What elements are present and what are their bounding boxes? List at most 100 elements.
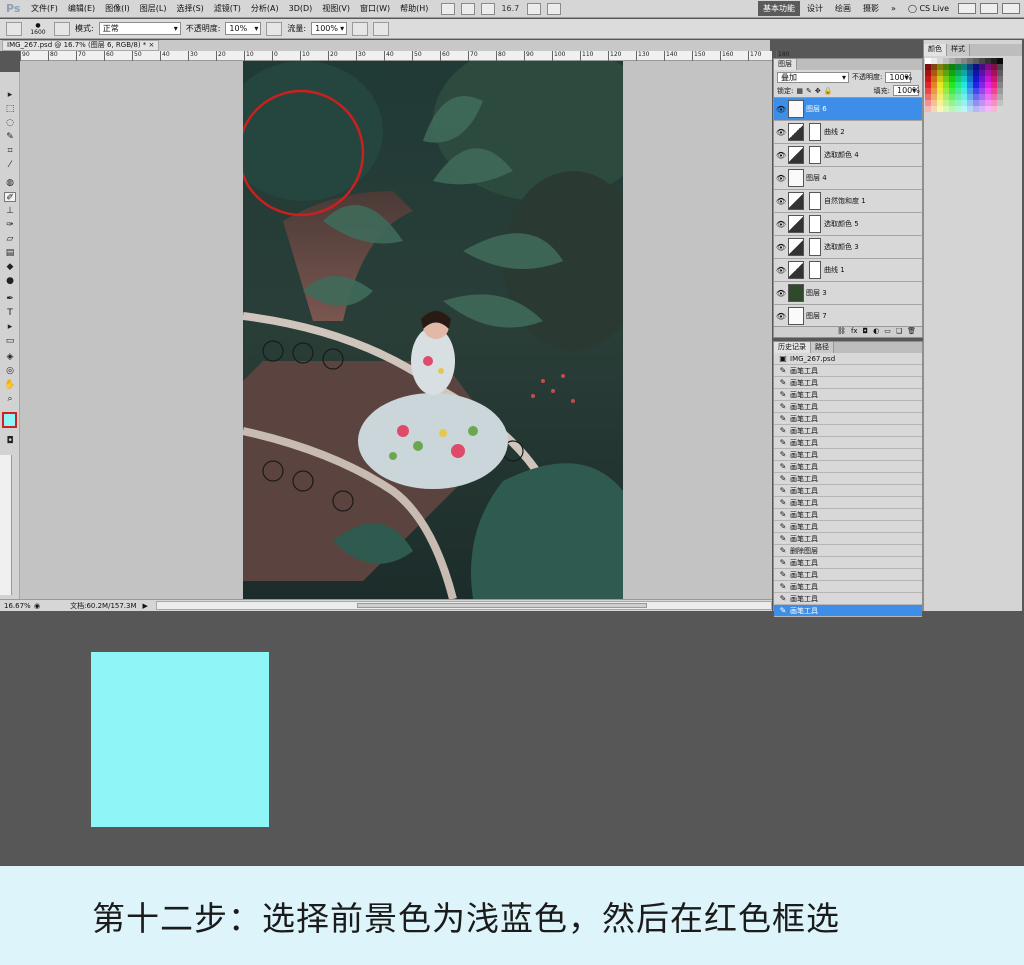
dodge-tool-icon[interactable]: ● [4,276,16,286]
pen-tool-icon[interactable]: ✒ [4,294,16,304]
eraser-tool-icon[interactable]: ▱ [4,234,16,244]
document-canvas-photo[interactable] [243,61,623,599]
brush-tool-icon[interactable]: ✐ [4,192,16,203]
layer-mask-thumbnail[interactable] [809,261,821,279]
layer-style-icon[interactable]: fx [851,327,858,337]
healing-brush-tool-icon[interactable]: ◍ [4,178,16,188]
flow-input[interactable]: 100% [311,22,348,35]
visibility-eye-icon[interactable]: 👁 [774,312,788,321]
scrollbar-thumb[interactable] [356,603,647,608]
zoom-level[interactable]: 16.7 [501,4,519,13]
screen-mode-icon[interactable] [547,2,562,15]
layer-row[interactable]: 👁 自然饱和度 1 [774,190,922,213]
mode-select[interactable]: 正常 [98,22,181,35]
layer-row[interactable]: 👁 选取颜色 3 [774,236,922,259]
layer-row[interactable]: 👁 图层 6 [774,98,922,121]
menu-item-8[interactable]: 视图(V) [317,0,355,18]
pressure-opacity-icon[interactable] [266,21,283,36]
crop-tool-icon[interactable]: ⌗ [4,146,16,156]
shape-tool-icon[interactable]: ▭ [4,336,16,346]
menu-item-5[interactable]: 滤镜(T) [209,0,246,18]
history-state[interactable]: ✎ 画笔工具 [774,593,922,605]
minibridge-icon[interactable] [461,2,476,15]
history-state[interactable]: ✎ 删除图层 [774,545,922,557]
visibility-eye-icon[interactable]: 👁 [774,174,788,183]
tab-color[interactable]: 颜色 [924,44,947,56]
visibility-eye-icon[interactable]: 👁 [774,105,788,114]
3d-rotate-tool-icon[interactable]: ◈ [4,352,16,362]
status-zoom[interactable]: 16.67% [0,602,31,610]
history-state[interactable]: ✎ 画笔工具 [774,569,922,581]
history-state[interactable]: ✎ 画笔工具 [774,461,922,473]
layer-mask-thumbnail[interactable] [809,215,821,233]
visibility-eye-icon[interactable]: 👁 [774,220,788,229]
lock-position-icon[interactable]: ✥ [815,87,821,95]
close-button[interactable] [1002,3,1020,14]
tab-paths[interactable]: 路径 [811,342,834,353]
zoom-tool-icon[interactable]: ⌕ [4,394,16,404]
hand-tool-icon[interactable]: ✋ [4,380,16,390]
status-menu-icon[interactable]: ◉ [34,602,40,610]
type-tool-icon[interactable]: T [4,308,16,318]
bridge-icon[interactable] [441,2,456,15]
brush-tool-preset-icon[interactable] [6,21,22,36]
history-state[interactable]: ✎ 画笔工具 [774,509,922,521]
history-state[interactable]: ✎ 画笔工具 [774,521,922,533]
more-workspaces-button[interactable]: » [886,2,901,15]
new-group-icon[interactable]: ▭ [884,327,891,337]
history-state[interactable]: ✎ 画笔工具 [774,365,922,377]
menu-item-7[interactable]: 3D(D) [284,0,318,18]
visibility-eye-icon[interactable]: 👁 [774,266,788,275]
horizontal-scrollbar[interactable] [155,601,772,610]
visibility-eye-icon[interactable]: 👁 [774,289,788,298]
quick-mask-icon[interactable]: ◘ [4,436,16,446]
history-state[interactable]: ✎ 画笔工具 [774,581,922,593]
fill-input[interactable]: 100% [893,85,920,96]
history-state[interactable]: ✎ 画笔工具 [774,533,922,545]
layer-mask-thumbnail[interactable] [809,123,821,141]
layer-mask-thumbnail[interactable] [809,238,821,256]
adjustment-layer-icon[interactable]: ◐ [873,327,879,337]
visibility-eye-icon[interactable]: 👁 [774,243,788,252]
menu-item-6[interactable]: 分析(A) [246,0,284,18]
history-state[interactable]: ✎ 画笔工具 [774,449,922,461]
layer-row[interactable]: 👁 图层 3 [774,282,922,305]
brush-panel-toggle-icon[interactable] [54,21,70,36]
history-state[interactable]: ✎ 画笔工具 [774,425,922,437]
color-swatch[interactable] [997,106,1003,112]
opacity-input[interactable]: 10% [225,22,262,35]
layer-row[interactable]: 👁 选取颜色 4 [774,144,922,167]
minimize-button[interactable] [958,3,976,14]
tab-styles[interactable]: 样式 [947,44,970,56]
menu-item-2[interactable]: 图像(I) [100,0,135,18]
layer-row[interactable]: 👁 曲线 1 [774,259,922,282]
add-mask-icon[interactable]: ◘ [863,327,869,337]
layer-mask-thumbnail[interactable] [809,192,821,210]
arrange-documents-icon[interactable] [527,2,542,15]
history-state[interactable]: ✎ 画笔工具 [774,377,922,389]
lock-pixels-icon[interactable]: ✎ [806,87,812,95]
cs-live-button[interactable]: ◯ CS Live [903,2,954,15]
new-layer-icon[interactable]: ❑ [896,327,902,337]
lock-all-icon[interactable]: 🔒 [824,87,833,95]
blur-tool-icon[interactable]: ◆ [4,262,16,272]
history-state[interactable]: ✎ 画笔工具 [774,437,922,449]
history-state[interactable]: ✎ 画笔工具 [774,485,922,497]
move-tool-icon[interactable]: ▸ [4,90,16,100]
marquee-tool-icon[interactable]: ⬚ [4,104,16,114]
history-state[interactable]: ✎ 画笔工具 [774,557,922,569]
menu-item-4[interactable]: 选择(S) [171,0,208,18]
tab-layers[interactable]: 图层 [774,59,797,70]
eyedropper-tool-icon[interactable]: ⁄ [4,160,16,170]
layer-row[interactable]: 👁 图层 7 [774,305,922,328]
workspace-photography[interactable]: 摄影 [858,1,884,16]
layer-row[interactable]: 👁 曲线 2 [774,121,922,144]
3d-orbit-tool-icon[interactable]: ◎ [4,366,16,376]
history-state[interactable]: ✎ 画笔工具 [774,473,922,485]
blend-mode-select[interactable]: 叠加 [777,71,849,83]
history-brush-tool-icon[interactable]: ✑ [4,220,16,230]
gradient-tool-icon[interactable]: ▤ [4,248,16,258]
close-tab-icon[interactable]: × [149,41,155,49]
workspace-design[interactable]: 设计 [802,1,828,16]
menu-item-10[interactable]: 帮助(H) [395,0,433,18]
